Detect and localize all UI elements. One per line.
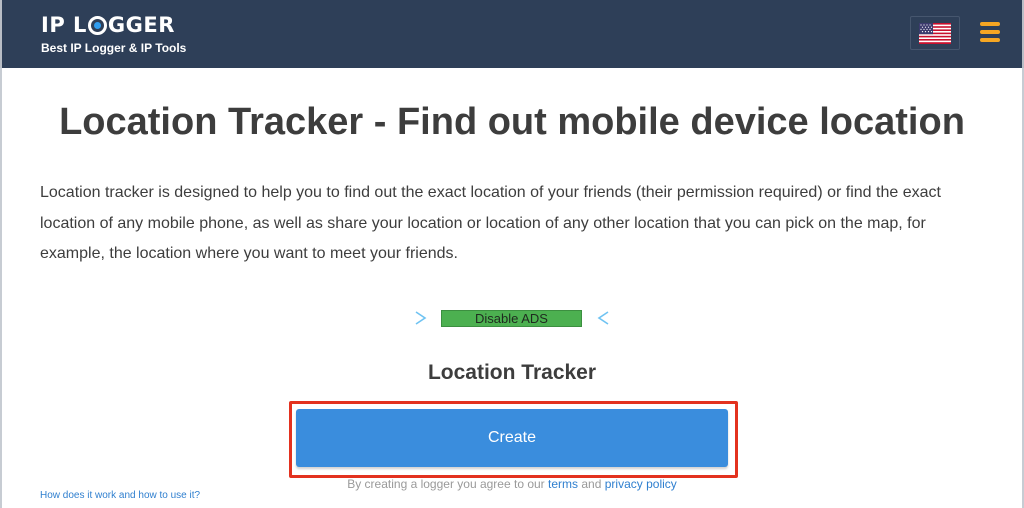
menu-bar-bottom: [980, 38, 1000, 42]
ads-row: Disable ADS: [280, 308, 744, 328]
site-header: IP L GGER Best IP Logger & IP Tools: [0, 0, 1024, 68]
right-arrow-icon: [597, 311, 742, 325]
us-flag-icon: [919, 22, 951, 44]
menu-bar-top: [980, 22, 1000, 26]
site-logo[interactable]: IP L GGER Best IP Logger & IP Tools: [41, 12, 186, 55]
create-button[interactable]: Create: [296, 409, 728, 467]
hamburger-menu-icon[interactable]: [980, 22, 1002, 44]
logo-eye-icon: [87, 15, 107, 35]
terms-link[interactable]: terms: [548, 477, 578, 491]
privacy-policy-link[interactable]: privacy policy: [605, 477, 677, 491]
agreement-prefix: By creating a logger you agree to our: [347, 477, 545, 491]
menu-bar-middle: [980, 30, 1000, 34]
intro-paragraph: Location tracker is designed to help you…: [40, 184, 941, 262]
language-selector[interactable]: [910, 16, 960, 50]
how-it-works-link[interactable]: How does it work and how to use it?: [40, 490, 200, 501]
logo-tagline: Best IP Logger & IP Tools: [41, 41, 187, 55]
logo-wordmark: IP L GGER: [41, 12, 186, 38]
agreement-and: and: [581, 477, 602, 491]
page-title: Location Tracker - Find out mobile devic…: [59, 101, 965, 143]
tool-title: Location Tracker: [427, 361, 597, 384]
logo-text-left: IP L: [41, 13, 87, 37]
disable-ads-button[interactable]: Disable ADS: [441, 310, 582, 327]
left-arrow-icon: [282, 311, 427, 325]
agreement-text: By creating a logger you agree to our te…: [0, 477, 1024, 491]
logo-text-right: GGER: [107, 13, 175, 37]
